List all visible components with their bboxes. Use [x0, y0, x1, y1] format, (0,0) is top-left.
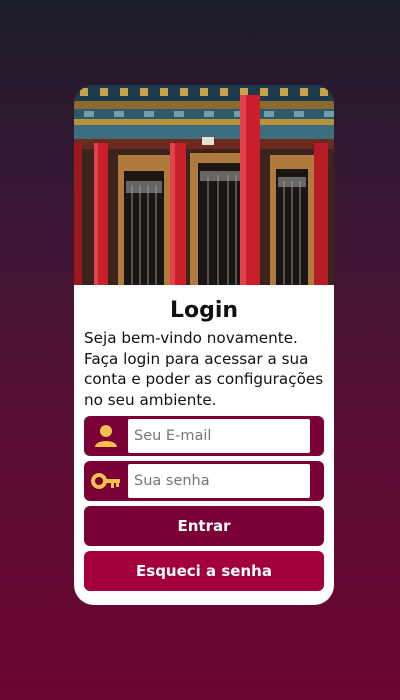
password-field [84, 461, 324, 501]
login-card: Login Seja bem-vindo novamente. Faça log… [74, 85, 334, 605]
login-button[interactable]: Entrar [84, 506, 324, 546]
email-field [84, 416, 324, 456]
password-input[interactable] [128, 464, 310, 498]
key-icon [90, 465, 122, 497]
hero-image [74, 85, 334, 285]
login-description: Seja bem-vindo novamente. Faça login par… [84, 329, 324, 409]
login-title: Login [169, 298, 239, 323]
user-icon [90, 420, 122, 452]
forgot-password-button[interactable]: Esqueci a senha [84, 551, 324, 591]
email-input[interactable] [128, 419, 310, 453]
